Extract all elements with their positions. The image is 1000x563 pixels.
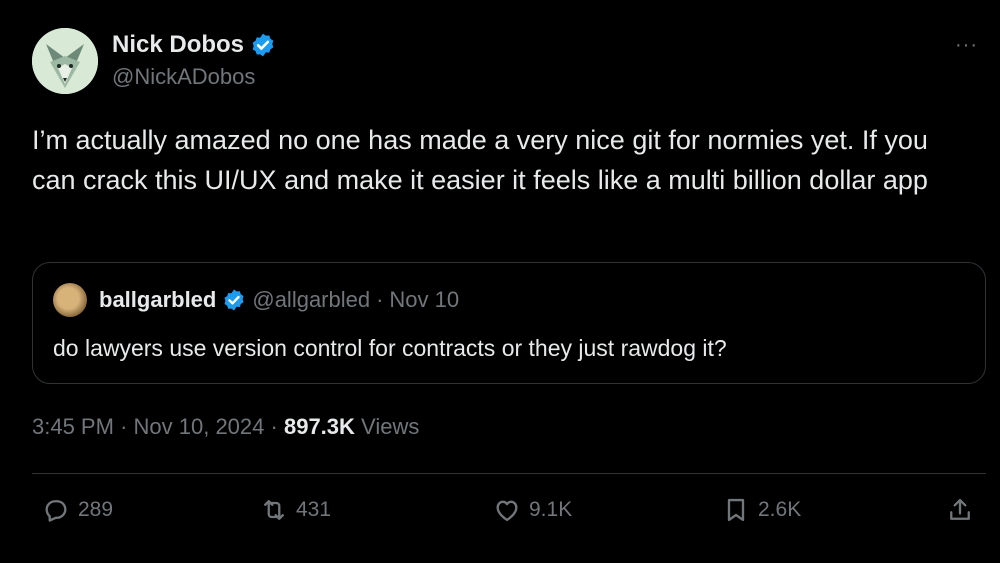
bookmark-icon: [727, 498, 745, 522]
repost-count: 431: [296, 498, 332, 521]
repost-icon: [264, 500, 284, 520]
more-options-icon[interactable]: ···: [955, 34, 978, 57]
quoted-tweet[interactable]: ballgarbled @allgarbled · Nov 10 do lawy…: [32, 262, 986, 384]
like-count: 9.1K: [529, 498, 573, 521]
quoted-separator: ·: [376, 287, 384, 312]
like-button[interactable]: 9.1K: [493, 496, 572, 524]
author-handle[interactable]: @NickADobos: [112, 64, 255, 90]
meta-separator: ·: [120, 414, 128, 439]
verified-badge-icon: [224, 289, 244, 311]
quoted-header: ballgarbled @allgarbled · Nov 10: [99, 287, 459, 313]
verified-badge-icon: [252, 33, 274, 57]
reply-icon: [45, 500, 67, 522]
quoted-text: do lawyers use version control for contr…: [53, 335, 727, 361]
bookmark-count: 2.6K: [758, 498, 802, 521]
action-bar: 289 431 9.1K 2.6K: [0, 496, 1000, 536]
quoted-date: Nov 10: [389, 287, 460, 312]
quoted-author-avatar: [53, 283, 87, 317]
author-avatar[interactable]: [32, 28, 98, 94]
quoted-author-name: ballgarbled: [99, 287, 217, 312]
share-button[interactable]: [946, 496, 974, 524]
divider: [32, 473, 986, 474]
share-icon: [950, 498, 970, 520]
reply-button[interactable]: 289: [42, 496, 113, 524]
author-name-row[interactable]: Nick Dobos: [112, 31, 276, 59]
repost-button[interactable]: 431: [260, 496, 331, 524]
heart-icon: [496, 500, 518, 522]
fox-avatar-image: [32, 28, 98, 94]
tweet-meta: 3:45 PM · Nov 10, 2024 · 897.3K Views: [32, 414, 419, 440]
views-count: 897.3K: [283, 414, 355, 439]
tweet-text: I’m actually amazed no one has made a ve…: [32, 125, 928, 195]
tweet-date[interactable]: Nov 10, 2024: [134, 414, 265, 439]
author-name[interactable]: Nick Dobos: [112, 31, 244, 59]
views-label: Views: [361, 414, 420, 439]
bookmark-button[interactable]: 2.6K: [722, 496, 801, 524]
tweet-time[interactable]: 3:45 PM: [32, 414, 114, 439]
meta-separator: ·: [270, 414, 278, 439]
quoted-author-handle: @allgarbled: [252, 287, 371, 312]
reply-count: 289: [78, 498, 114, 521]
